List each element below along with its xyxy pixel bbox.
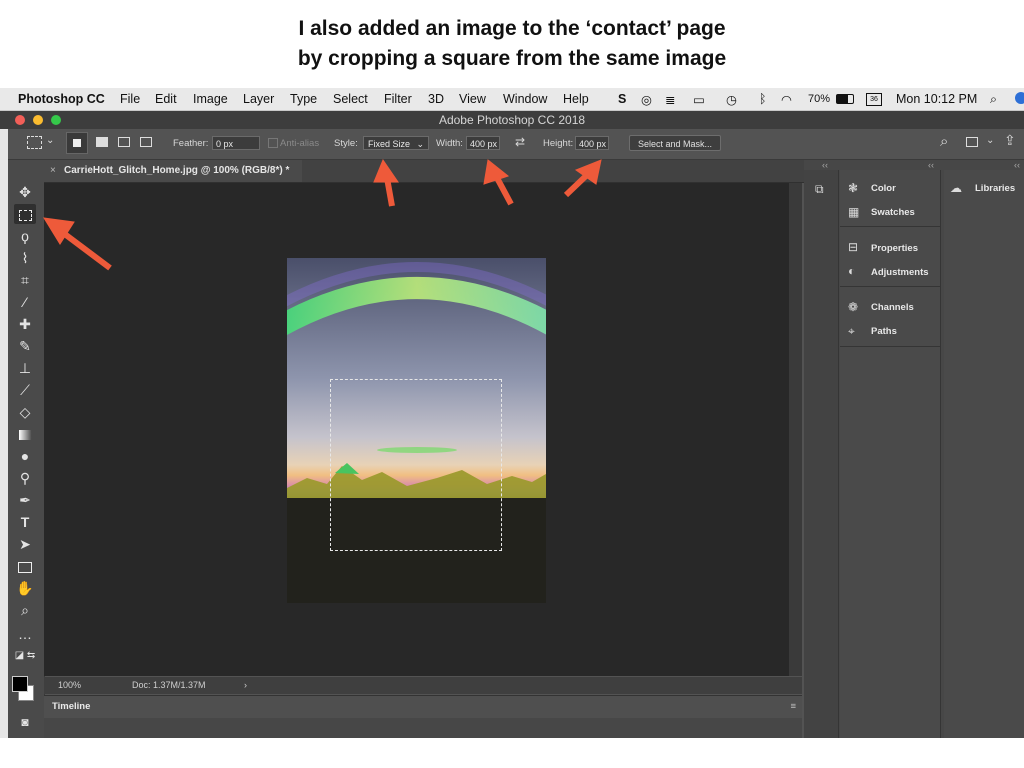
arrow-head [373, 158, 399, 183]
arrow-to-height-input [563, 171, 591, 198]
arrow-to-marquee-tool [60, 229, 112, 271]
caption-line-2: by cropping a square from the same image [297, 47, 727, 70]
caption-line-1: I also added an image to the ‘contact’ p… [298, 17, 726, 40]
arrow-head [483, 159, 510, 185]
caption: I also added an image to the ‘contact’ p… [0, 14, 1024, 74]
arrow-to-width-input [493, 174, 514, 206]
annotation-arrows [43, 158, 602, 271]
photoshop-screenshot: Photoshop CC File Edit Image Layer Type … [0, 88, 1024, 738]
